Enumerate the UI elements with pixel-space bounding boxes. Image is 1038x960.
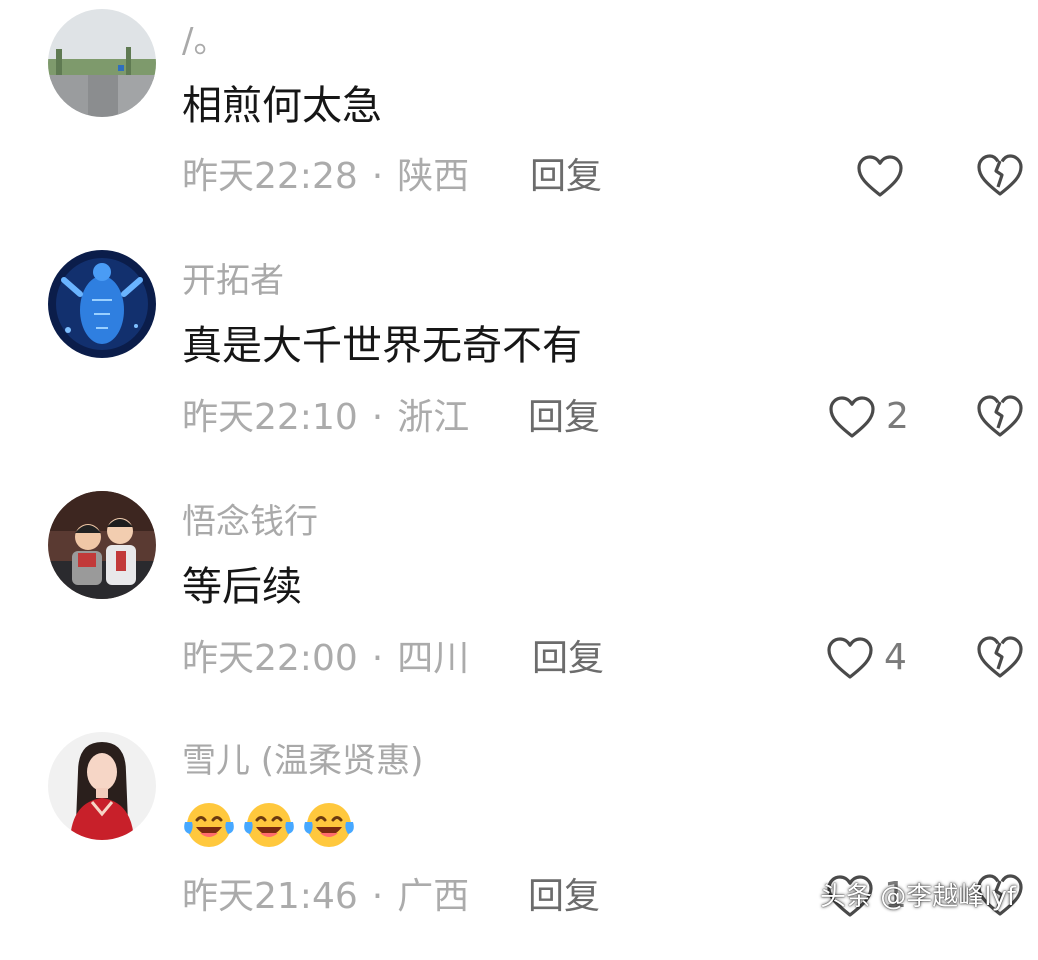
comment-meta: 昨天21:46 · 广西 [182, 879, 469, 915]
comment-text: 等后续 [182, 564, 302, 610]
heart-outline-icon [829, 396, 875, 438]
comment-time: 昨天22:28 [182, 156, 358, 197]
laughing-tears-emoji [244, 803, 294, 847]
meta-separator: · [371, 397, 384, 438]
reply-button[interactable]: 回复 [532, 641, 604, 677]
comment-time: 昨天22:00 [182, 638, 358, 679]
comment-meta: 昨天22:00 · 四川 [182, 641, 469, 677]
like-button[interactable]: 2 [828, 394, 909, 440]
comment-item: 开拓者 真是大千世界无奇不有 昨天22:10 · 浙江 回复 2 [0, 240, 1038, 480]
meta-separator: · [371, 876, 384, 917]
comment-location: 广西 [397, 876, 470, 917]
avatar[interactable] [48, 732, 156, 840]
laughing-tears-emoji [184, 803, 234, 847]
heart-outline-icon [857, 155, 903, 197]
dislike-button[interactable] [976, 394, 1024, 438]
comment-location: 陕西 [397, 156, 470, 197]
comment-emojis [182, 800, 356, 850]
like-count: 2 [886, 396, 909, 437]
meta-separator: · [371, 156, 384, 197]
comment-time: 昨天21:46 [182, 876, 358, 917]
comment-username[interactable]: 开拓者 [182, 264, 284, 298]
laughing-tears-emoji [304, 803, 354, 847]
comment-username[interactable]: /。 [182, 24, 227, 58]
comment-location: 浙江 [397, 397, 470, 438]
comment-meta: 昨天22:10 · 浙江 [182, 400, 469, 436]
meta-separator: · [371, 638, 384, 679]
comment-item: /。 相煎何太急 昨天22:28 · 陕西 回复 [0, 0, 1038, 240]
comment-text: 相煎何太急 [182, 83, 382, 129]
avatar[interactable] [48, 9, 156, 117]
like-button[interactable] [856, 153, 914, 199]
comment-item: 悟念钱行 等后续 昨天22:00 · 四川 回复 4 [0, 481, 1038, 721]
reply-button[interactable]: 回复 [528, 400, 600, 436]
like-button[interactable]: 4 [826, 635, 907, 681]
like-count: 4 [884, 637, 907, 678]
comment-location: 四川 [397, 638, 470, 679]
comment-text: 真是大千世界无奇不有 [182, 323, 582, 369]
broken-heart-icon [977, 154, 1023, 196]
reply-button[interactable]: 回复 [530, 159, 602, 195]
comment-username[interactable]: 雪儿 (温柔贤惠) [182, 744, 423, 778]
broken-heart-icon [977, 395, 1023, 437]
dislike-button[interactable] [976, 153, 1024, 197]
comment-username[interactable]: 悟念钱行 [182, 505, 318, 539]
watermark: 头条 @李越峰lyf [820, 882, 1017, 912]
comment-item: 雪儿 (温柔贤惠) 昨天21:46 · 广西 回复 1 [0, 720, 1038, 960]
comment-time: 昨天22:10 [182, 397, 358, 438]
dislike-button[interactable] [976, 635, 1024, 679]
heart-outline-icon [827, 637, 873, 679]
comment-meta: 昨天22:28 · 陕西 [182, 159, 469, 195]
avatar[interactable] [48, 491, 156, 599]
broken-heart-icon [977, 636, 1023, 678]
avatar[interactable] [48, 250, 156, 358]
reply-button[interactable]: 回复 [528, 879, 600, 915]
